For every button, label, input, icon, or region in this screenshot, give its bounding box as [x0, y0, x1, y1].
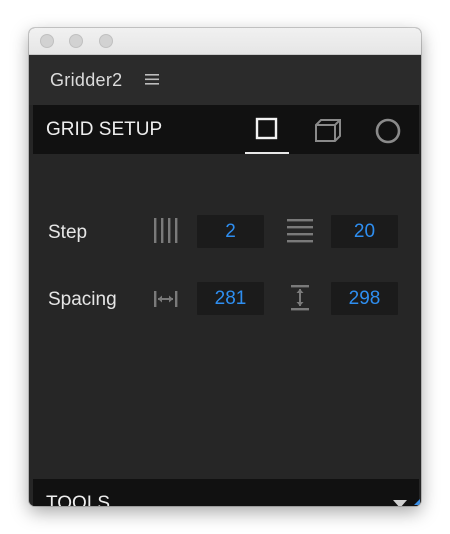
tools-section-header[interactable]: TOOLS	[33, 479, 419, 506]
column-step-input[interactable]: 2	[197, 215, 264, 248]
spacing-label: Spacing	[48, 289, 117, 310]
zoom-window-button[interactable]	[99, 34, 113, 48]
window-titlebar[interactable]	[29, 28, 421, 55]
active-tab-indicator	[245, 152, 289, 154]
circle-grid-tab[interactable]	[366, 105, 410, 154]
gridder-window: Gridder2 GRID SETUP Step 2 20 Spacing 28…	[29, 28, 421, 506]
grid-setup-header: GRID SETUP	[33, 105, 419, 154]
vertical-spacing-input[interactable]: 298	[331, 282, 398, 315]
horizontal-spacing-input[interactable]: 281	[197, 282, 264, 315]
rectangle-grid-tab[interactable]	[245, 105, 289, 154]
resize-grip-icon[interactable]	[414, 499, 420, 505]
step-label: Step	[48, 222, 88, 243]
cube-icon	[315, 119, 341, 142]
circle-icon	[375, 118, 401, 144]
vertical-lines-icon	[154, 218, 178, 243]
square-icon	[255, 117, 278, 140]
close-window-button[interactable]	[40, 34, 54, 48]
horizontal-lines-icon	[287, 219, 313, 243]
tools-title: TOOLS	[46, 493, 111, 506]
hamburger-menu-icon[interactable]	[145, 73, 160, 86]
grid-setup-title: GRID SETUP	[46, 119, 163, 140]
minimize-window-button[interactable]	[69, 34, 83, 48]
vertical-spacing-icon	[291, 285, 309, 311]
panel-title: Gridder2	[50, 70, 123, 90]
gridder-panel: Gridder2 GRID SETUP Step 2 20 Spacing 28…	[29, 55, 421, 506]
triangle-down-icon[interactable]	[392, 499, 408, 506]
horizontal-spacing-icon	[154, 291, 178, 307]
cube-grid-tab[interactable]	[305, 105, 349, 154]
panel-header: Gridder2	[29, 55, 421, 105]
row-step-input[interactable]: 20	[331, 215, 398, 248]
